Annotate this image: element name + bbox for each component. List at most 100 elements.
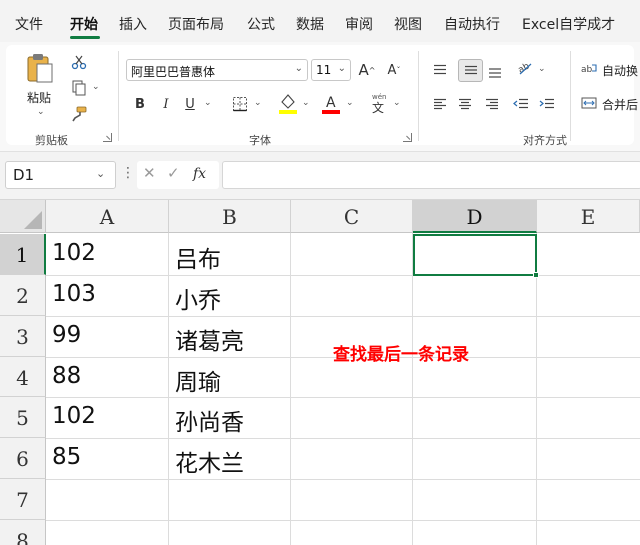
row-header-6[interactable]: 6 [0, 438, 46, 479]
tab-page-layout[interactable]: 页面布局 [168, 14, 224, 34]
merge-center-button[interactable]: 合并后 [602, 96, 638, 113]
row-header-8[interactable]: 8 [0, 520, 46, 545]
more-options-icon[interactable]: ⋮ [121, 165, 135, 181]
svg-text:ab: ab [581, 65, 593, 75]
align-right-icon[interactable] [482, 94, 502, 114]
column-header-e[interactable]: E [537, 200, 640, 233]
fill-color-icon[interactable] [277, 91, 299, 115]
row-header-5[interactable]: 5 [0, 397, 46, 438]
column-header-d[interactable]: D [413, 200, 537, 233]
copy-icon[interactable] [68, 79, 90, 97]
font-size-select[interactable]: 11 ⌄ [311, 59, 351, 81]
align-bottom-icon[interactable] [485, 62, 505, 82]
grow-font-button[interactable]: A ^ [357, 60, 377, 80]
select-all-button[interactable] [0, 200, 46, 233]
group-divider [570, 51, 571, 141]
paste-dropdown-icon[interactable]: ⌄ [37, 107, 45, 117]
gridline [46, 438, 640, 439]
underline-button[interactable]: U [180, 94, 200, 114]
select-all-triangle [24, 211, 42, 229]
row-header-2[interactable]: 2 [0, 275, 46, 316]
format-painter-icon[interactable] [70, 105, 88, 123]
cell-a5[interactable]: 102 [46, 397, 96, 429]
align-left-icon[interactable] [430, 94, 450, 114]
italic-button[interactable]: I [156, 94, 176, 114]
gridline [46, 275, 640, 276]
underline-dropdown-icon[interactable]: ⌄ [204, 98, 212, 108]
confirm-icon[interactable]: ✓ [167, 164, 180, 182]
orientation-icon[interactable]: ab [515, 58, 535, 78]
gridline [412, 233, 413, 545]
gridline [536, 233, 537, 545]
shrink-font-button[interactable]: Aˇ [384, 60, 404, 80]
cut-icon[interactable] [70, 53, 88, 71]
decrease-indent-icon[interactable] [511, 94, 531, 114]
font-group-label: 字体 [249, 134, 271, 147]
phonetic-dropdown-icon[interactable]: ⌄ [393, 98, 401, 108]
increase-indent-icon[interactable] [537, 94, 557, 114]
copy-dropdown-icon[interactable]: ⌄ [92, 82, 100, 92]
selected-cell-d1[interactable] [413, 234, 539, 278]
wrap-text-button[interactable]: 自动换 [602, 62, 638, 79]
tab-home[interactable]: 开始 [70, 14, 98, 34]
align-center-icon[interactable] [455, 94, 475, 114]
font-name-select[interactable]: 阿里巴巴普惠体 ⌄ [126, 59, 308, 81]
paste-button[interactable]: 粘贴 [27, 89, 51, 106]
ribbon-panel: 粘贴 ⌄ ⌄ 剪贴板 阿里巴巴普惠体 ⌄ 11 ⌄ A^ Aˇ B I U ⌄ [6, 45, 638, 147]
cell-b2[interactable]: 小乔 [169, 275, 221, 315]
cell-b6[interactable]: 花木兰 [169, 438, 244, 478]
cell-b1[interactable]: 吕布 [169, 234, 221, 274]
tab-review[interactable]: 审阅 [345, 14, 373, 34]
formula-input[interactable] [222, 161, 640, 189]
tab-excel-self-study[interactable]: Excel自学成才 [522, 14, 615, 34]
chevron-down-icon: ⌄ [294, 63, 303, 74]
align-top-icon[interactable] [430, 60, 450, 80]
cancel-icon[interactable]: ✕ [143, 164, 156, 182]
column-header-c[interactable]: C [291, 200, 413, 233]
tab-insert[interactable]: 插入 [119, 14, 147, 34]
orientation-dropdown-icon[interactable]: ⌄ [538, 64, 546, 74]
row-header-4[interactable]: 4 [0, 357, 46, 397]
align-middle-icon[interactable] [461, 60, 481, 80]
column-header-a[interactable]: A [46, 200, 169, 233]
font-launcher-icon[interactable] [403, 133, 412, 142]
gridline [46, 397, 640, 398]
bold-button[interactable]: B [130, 94, 150, 114]
insert-function-button[interactable]: fx [193, 166, 206, 182]
clipboard-launcher-icon[interactable] [103, 133, 112, 142]
borders-icon[interactable] [230, 94, 250, 114]
font-color-icon[interactable]: A [320, 91, 342, 115]
tab-data[interactable]: 数据 [296, 14, 324, 34]
cell-a3[interactable]: 99 [46, 316, 81, 348]
cell-a1[interactable]: 102 [46, 234, 96, 266]
cell-a2[interactable]: 103 [46, 275, 96, 307]
chevron-down-icon[interactable]: ⌄ [96, 167, 105, 180]
worksheet: A B C D E 1 2 3 4 5 6 7 8 102 吕布 103 小乔 … [0, 200, 640, 545]
cell-b4[interactable]: 周瑜 [169, 357, 221, 397]
tab-file[interactable]: 文件 [15, 14, 43, 34]
cell-b5[interactable]: 孙尚香 [169, 397, 244, 437]
merge-center-icon[interactable] [580, 94, 598, 112]
active-tab-indicator [70, 36, 100, 39]
row-header-1[interactable]: 1 [0, 234, 46, 275]
font-color-dropdown-icon[interactable]: ⌄ [346, 98, 354, 108]
fill-handle[interactable] [533, 272, 539, 278]
tab-automate[interactable]: 自动执行 [444, 14, 500, 34]
cell-b3[interactable]: 诸葛亮 [169, 316, 244, 356]
cell-a4[interactable]: 88 [46, 357, 81, 389]
wrap-text-icon[interactable]: ab [580, 60, 598, 78]
column-header-b[interactable]: B [169, 200, 291, 233]
paste-icon[interactable] [24, 51, 56, 85]
tab-view[interactable]: 视图 [394, 14, 422, 34]
gridline [46, 520, 640, 521]
borders-dropdown-icon[interactable]: ⌄ [254, 98, 262, 108]
font-size-value: 11 [316, 63, 332, 77]
row-header-3[interactable]: 3 [0, 316, 46, 357]
tab-formulas[interactable]: 公式 [247, 14, 275, 34]
fill-color-dropdown-icon[interactable]: ⌄ [302, 98, 310, 108]
phonetic-guide-icon[interactable]: wén 文 [369, 93, 389, 115]
group-divider [118, 51, 119, 141]
row-header-7[interactable]: 7 [0, 479, 46, 520]
cell-a6[interactable]: 85 [46, 438, 81, 470]
clipboard-group-label: 剪贴板 [35, 134, 68, 147]
